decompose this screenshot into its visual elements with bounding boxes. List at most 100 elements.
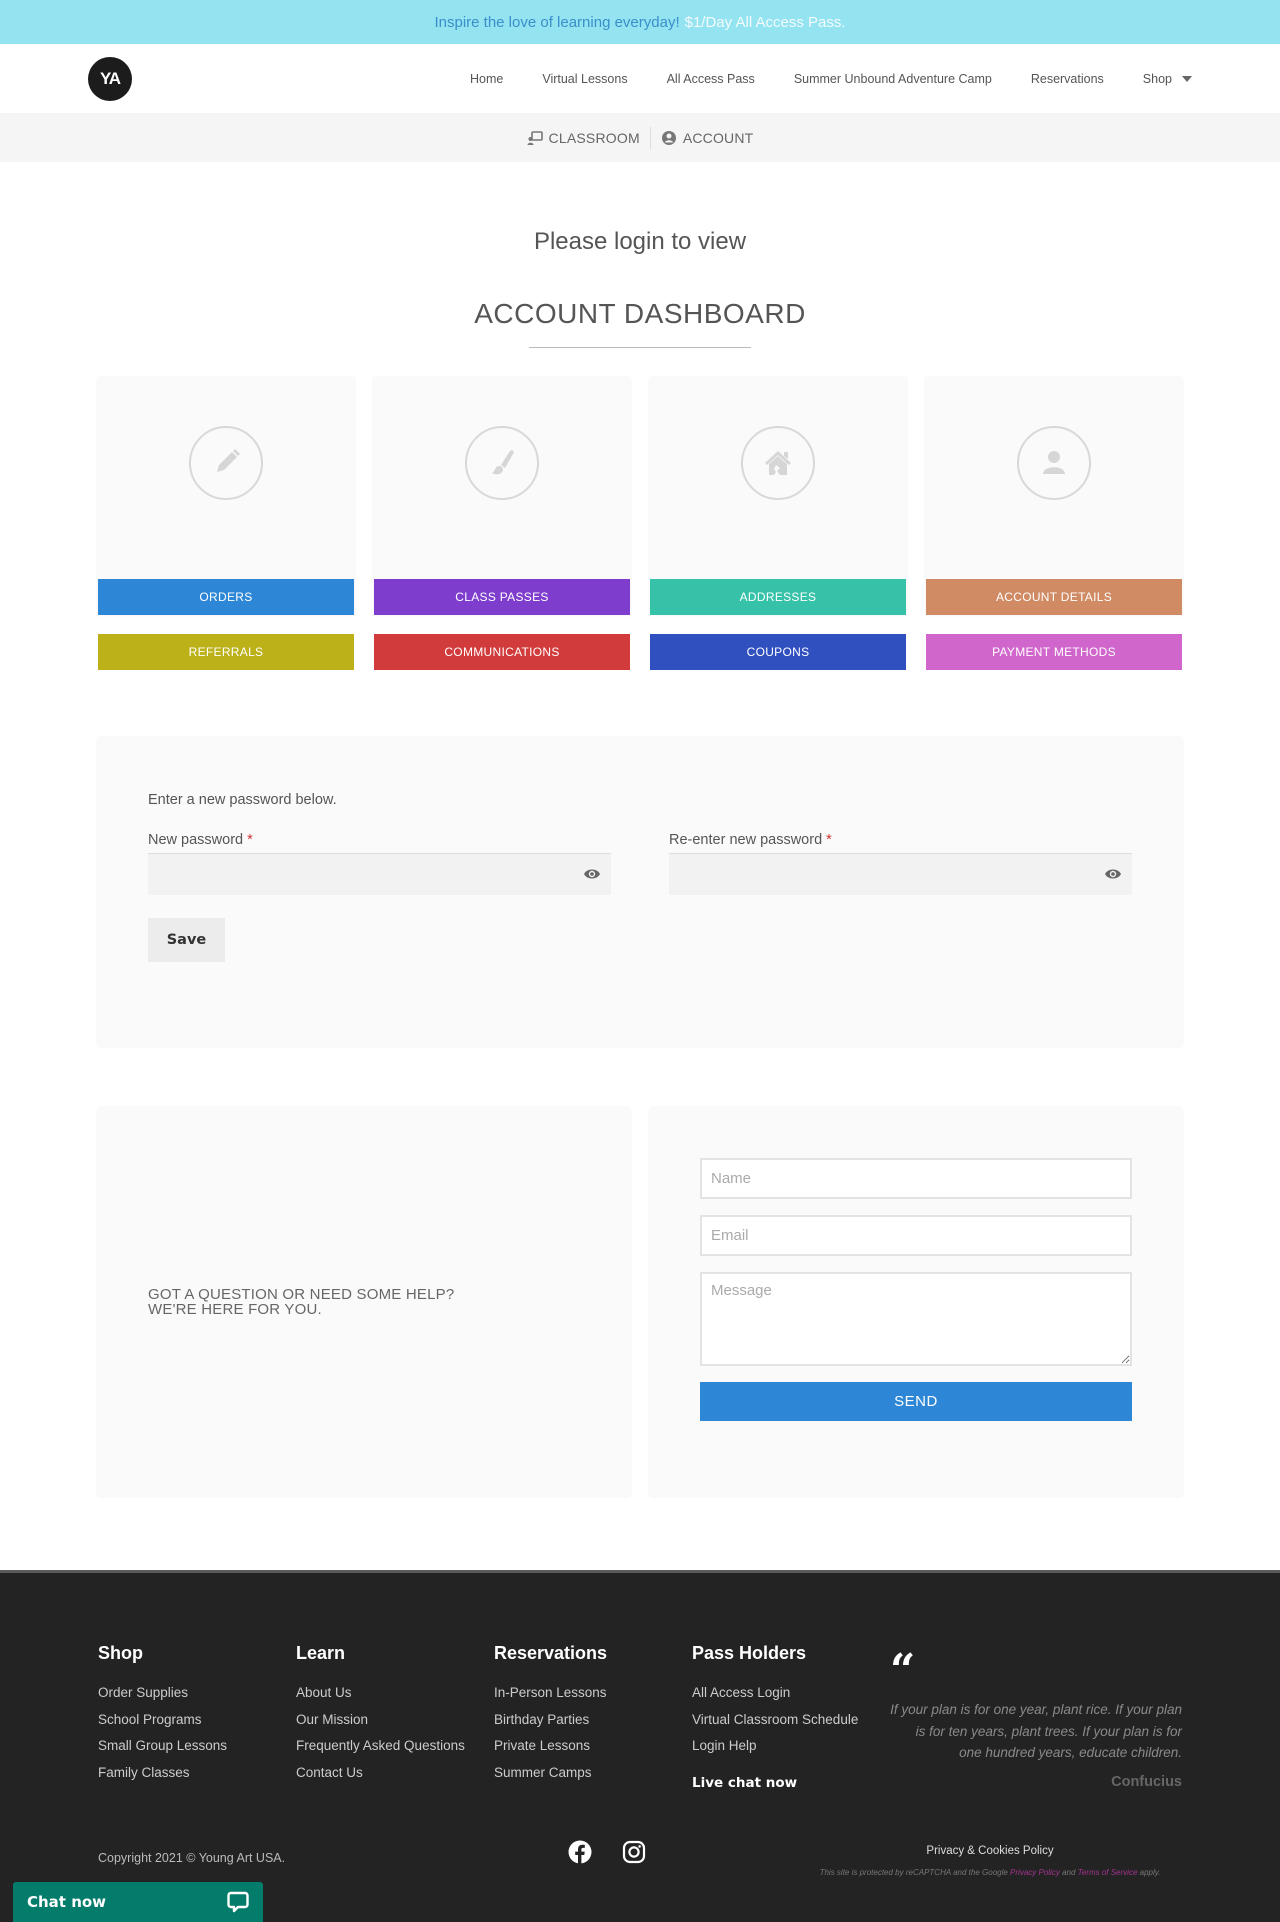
footer-heading: Reservations (494, 1643, 608, 1663)
account-subnav: CLASSROOM ACCOUNT (0, 113, 1280, 162)
help-panel: GOT A QUESTION OR NEED SOME HELP? WE'RE H… (98, 1108, 630, 1496)
footer-col-pass-holders: Pass Holders All Access Login Virtual Cl… (692, 1643, 890, 1796)
reset-password-panel: Enter a new password below. New password… (98, 738, 1182, 1046)
footer-heading: Pass Holders (692, 1643, 807, 1663)
reenter-password-input[interactable] (669, 854, 1132, 895)
required-mark: * (826, 832, 832, 848)
google-terms-link[interactable]: Terms of Service (1078, 1868, 1138, 1877)
reenter-password-group: Re-enter new password * (669, 832, 1132, 895)
page-title: ACCOUNT DASHBOARD (474, 298, 806, 329)
nav-all-access-pass[interactable]: All Access Pass (667, 72, 755, 86)
orders-button[interactable]: ORDERS (98, 579, 354, 615)
subnav-classroom-label: CLASSROOM (548, 129, 640, 146)
footer-heading: Learn (296, 1643, 346, 1663)
footer-link[interactable]: Virtual Classroom Schedule (692, 1707, 890, 1734)
coupons-button[interactable]: COUPONS (650, 634, 906, 670)
pencil-icon (217, 448, 240, 472)
privacy-cookies-link[interactable]: Privacy & Cookies Policy (810, 1845, 1170, 1857)
dashboard-tiles: ORDERS CLASS PASSES ADDRESSES ACCOUNT DE… (90, 378, 1190, 615)
nav-shop[interactable]: Shop (1143, 72, 1192, 86)
send-button[interactable]: SEND (700, 1382, 1132, 1421)
nav-shop-label: Shop (1142, 71, 1172, 86)
instagram-icon[interactable] (622, 1840, 646, 1864)
footer-link[interactable]: Birthday Parties (494, 1707, 692, 1734)
save-button[interactable]: Save (148, 918, 225, 962)
nav-virtual-lessons[interactable]: Virtual Lessons (542, 72, 627, 86)
footer-link[interactable]: In-Person Lessons (494, 1680, 692, 1707)
login-notice: Please login to view (533, 228, 747, 255)
site-footer: Shop Order Supplies School Programs Smal… (0, 1570, 1280, 1922)
social-links (568, 1840, 646, 1864)
user-circle-icon (661, 130, 676, 145)
footer-link[interactable]: Summer Camps (494, 1760, 692, 1787)
payment-methods-button[interactable]: PAYMENT METHODS (926, 634, 1182, 670)
communications-button[interactable]: COMMUNICATIONS (374, 634, 630, 670)
email-input[interactable] (700, 1215, 1132, 1256)
home-icon (765, 450, 791, 475)
contact-form: SEND (650, 1108, 1182, 1421)
site-header: YA Home Virtual Lessons All Access Pass … (0, 44, 1280, 113)
subnav-account-label: ACCOUNT (682, 129, 754, 146)
message-textarea[interactable] (700, 1272, 1132, 1366)
addresses-button[interactable]: ADDRESSES (650, 579, 906, 615)
site-logo[interactable]: YA (88, 56, 132, 101)
quote-mark-icon: “ (890, 1645, 916, 1696)
main-content: Please login to view ACCOUNT DASHBOARD O… (90, 228, 1190, 670)
new-password-group: New password * (148, 832, 611, 895)
class-passes-button[interactable]: CLASS PASSES (374, 579, 630, 615)
recaptcha-notice: This site is protected by reCAPTCHA and … (819, 1868, 1161, 1877)
footer-link[interactable]: Frequently Asked Questions (296, 1733, 494, 1760)
footer-link[interactable]: Order Supplies (98, 1680, 296, 1707)
tile-account-details[interactable]: ACCOUNT DETAILS (926, 378, 1182, 615)
footer-link[interactable]: Login Help (692, 1733, 890, 1760)
footer-link[interactable]: Our Mission (296, 1707, 494, 1734)
footer-link[interactable]: About Us (296, 1680, 494, 1707)
live-chat-link[interactable]: Live chat now (692, 1770, 890, 1797)
help-text: GOT A QUESTION OR NEED SOME HELP? WE'RE H… (148, 1286, 455, 1318)
nav-reservations[interactable]: Reservations (1031, 72, 1104, 86)
main-nav: Home Virtual Lessons All Access Pass Sum… (431, 72, 1192, 86)
footer-link[interactable]: Family Classes (98, 1760, 296, 1787)
password-intro: Enter a new password below. (148, 792, 337, 808)
footer-link[interactable]: All Access Login (692, 1680, 890, 1707)
nav-home[interactable]: Home (470, 72, 503, 86)
tile-orders[interactable]: ORDERS (98, 378, 354, 615)
reenter-password-label: Re-enter new password * (669, 832, 832, 848)
footer-link[interactable]: Contact Us (296, 1760, 494, 1787)
tile-class-passes[interactable]: CLASS PASSES (374, 378, 630, 615)
subnav-account[interactable]: ACCOUNT (661, 130, 754, 146)
nav-summer-camp[interactable]: Summer Unbound Adventure Camp (794, 72, 992, 86)
logo-text: YA (99, 68, 121, 88)
chat-bubble-icon (227, 1891, 249, 1913)
name-input[interactable] (700, 1158, 1132, 1199)
banner-promo-link[interactable]: $1/Day All Access Pass. (685, 14, 846, 31)
footer-col-learn: Learn About Us Our Mission Frequently As… (296, 1643, 494, 1796)
show-password-icon[interactable] (583, 867, 601, 881)
show-password-icon[interactable] (1104, 867, 1122, 881)
footer-col-shop: Shop Order Supplies School Programs Smal… (98, 1643, 296, 1796)
promo-banner[interactable]: Inspire the love of learning everyday! $… (0, 0, 1280, 44)
subnav-classroom[interactable]: CLASSROOM (527, 130, 640, 146)
chat-widget[interactable]: Chat now (13, 1882, 263, 1922)
new-password-input[interactable] (148, 854, 611, 895)
referrals-button[interactable]: REFERRALS (98, 634, 354, 670)
subnav-divider (649, 126, 651, 149)
footer-link[interactable]: Small Group Lessons (98, 1733, 296, 1760)
chat-label: Chat now (27, 1893, 107, 1911)
dashboard-buttons-row: REFERRALS COMMUNICATIONS COUPONS PAYMENT… (90, 634, 1190, 670)
google-privacy-link[interactable]: Privacy Policy (1010, 1868, 1060, 1877)
facebook-icon[interactable] (568, 1840, 592, 1864)
title-divider (529, 347, 751, 348)
new-password-label: New password * (148, 832, 253, 848)
banner-lead-text: Inspire the love of learning everyday! (434, 13, 680, 31)
user-icon (1043, 450, 1065, 474)
quote-author: Confucius (1111, 1773, 1182, 1790)
footer-link[interactable]: Private Lessons (494, 1733, 692, 1760)
account-details-button[interactable]: ACCOUNT DETAILS (926, 579, 1182, 615)
footer-col-reservations: Reservations In-Person Lessons Birthday … (494, 1643, 692, 1796)
contact-section: GOT A QUESTION OR NEED SOME HELP? WE'RE H… (98, 1108, 1182, 1496)
required-mark: * (247, 832, 253, 848)
footer-link[interactable]: School Programs (98, 1707, 296, 1734)
paintbrush-icon (492, 449, 514, 474)
tile-addresses[interactable]: ADDRESSES (650, 378, 906, 615)
